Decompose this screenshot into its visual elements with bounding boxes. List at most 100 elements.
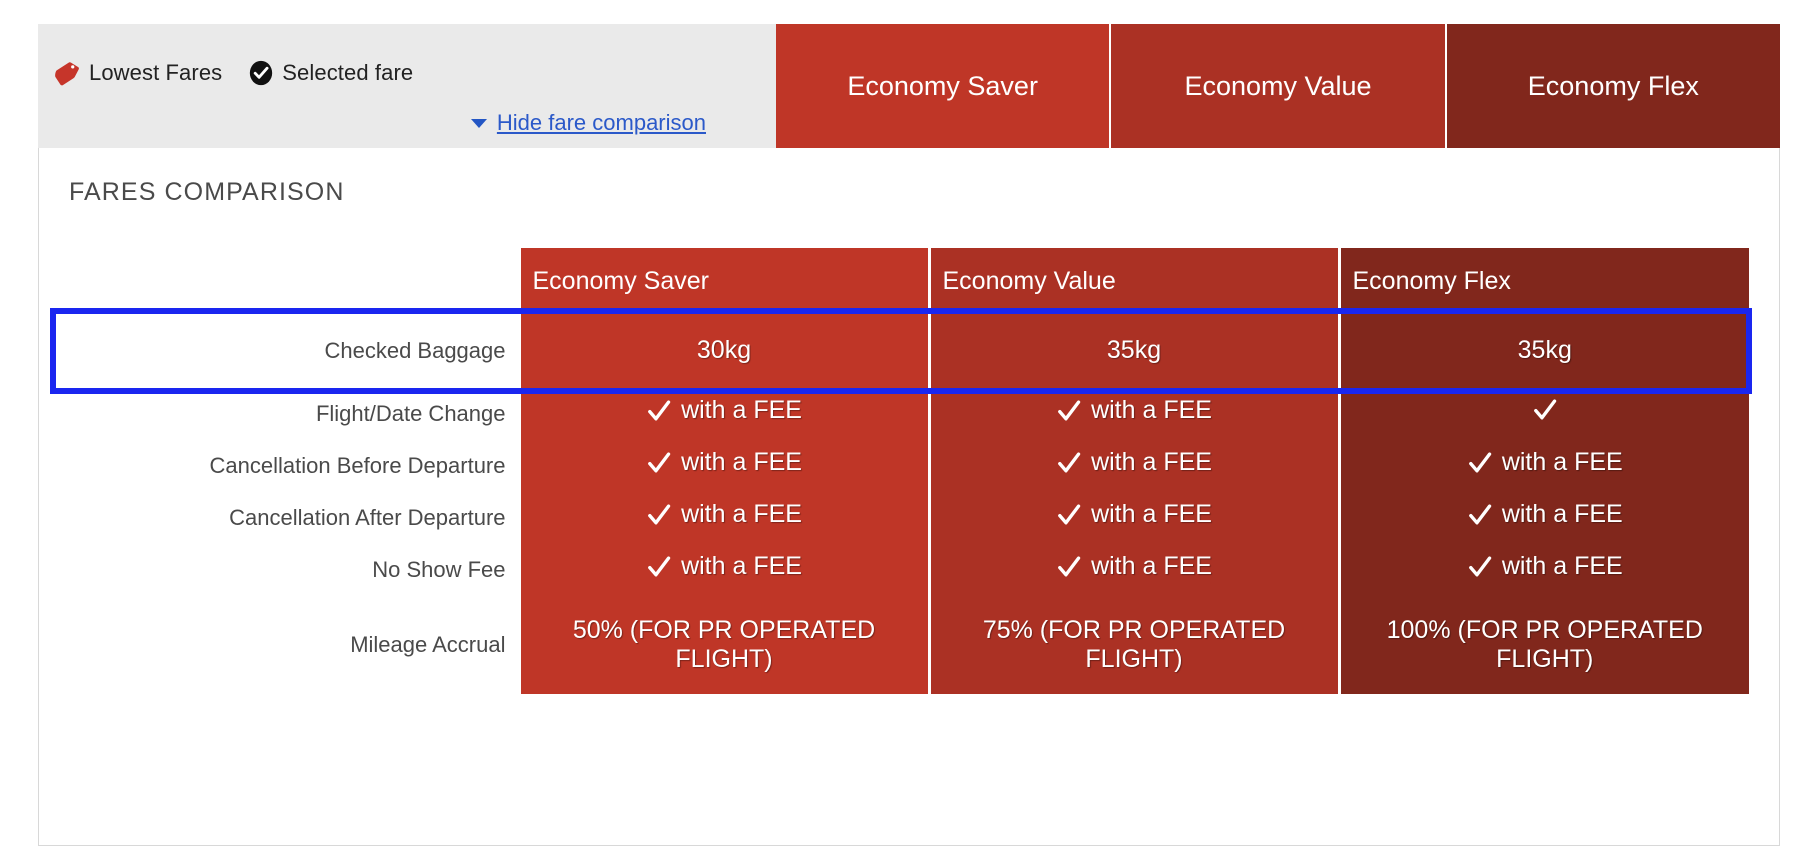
check-mark-icon [648,504,671,525]
check-mark-icon [1468,504,1492,525]
cell-text: with a FEE [1091,500,1212,529]
table-cell [1337,388,1749,440]
legend-row: Lowest Fares Selected fare [54,60,439,86]
cell-text: with a FEE [1501,500,1623,529]
table-cell: with a FEE [927,544,1339,596]
table-cell: with a FEE [1337,492,1749,544]
table-cell: 35kg [927,314,1339,388]
cell-text: 35kg [1106,336,1162,365]
row-label: No Show Fee [69,544,519,596]
check-mark-icon [648,556,671,577]
table-cell: with a FEE [517,440,929,492]
fare-tab-label: Economy Saver [847,70,1038,101]
fare-comparison-screen: Lowest Fares Selected fare Hide fare com… [0,0,1808,858]
cell-content: with a FEE [646,552,802,582]
cell-text: with a FEE [1091,448,1212,477]
cell-content: with a FEE [646,500,802,530]
check-mark-icon [1058,504,1081,525]
row-label: Flight/Date Change [69,388,519,440]
cell-content: with a FEE [1056,396,1212,426]
table-cell: with a FEE [517,492,929,544]
column-header-economy-flex: Economy Flex [1337,248,1749,314]
legend-lowest-fares-label: Lowest Fares [89,60,223,85]
cell-text: 35kg [1517,336,1572,365]
cell-content: with a FEE [1056,500,1212,530]
check-badge-icon [250,60,273,86]
column-header-economy-saver: Economy Saver [517,248,929,314]
table-cell: with a FEE [1337,440,1749,492]
check-mark-icon [1058,452,1081,473]
cell-content: with a FEE [1056,448,1212,478]
fare-tab-economy-saver[interactable]: Economy Saver [776,24,1110,148]
fare-tab-economy-flex[interactable]: Economy Flex [1444,24,1780,148]
legend-selected-fare: Selected fare [248,60,413,86]
cell-text: with a FEE [1091,552,1212,581]
check-mark-icon [1058,400,1081,421]
table-body: Checked Baggage 30kg 35kg 35kg Flight/Date C… [69,314,1749,694]
fare-tab-label: Economy Value [1184,70,1372,101]
fare-header-bar: Lowest Fares Selected fare Hide fare com… [38,24,1780,148]
check-mark-icon [648,400,671,421]
table-cell: 35kg [1337,314,1749,388]
table-cell: with a FEE [927,440,1339,492]
cell-content: with a FEE [1467,552,1623,582]
table-cell: with a FEE [927,388,1339,440]
column-header-economy-value: Economy Value [927,248,1339,314]
cell-text: with a FEE [681,500,802,529]
check-mark-icon [1468,452,1492,473]
check-mark-icon [1533,399,1556,420]
hide-fare-comparison-link[interactable]: Hide fare comparison [497,110,706,136]
cell-text: with a FEE [681,396,802,425]
row-label: Cancellation Before Departure [69,440,519,492]
fares-comparison-panel: FARES COMPARISON Economy Saver Economy V… [38,148,1780,846]
cell-content: with a FEE [1056,552,1212,582]
fares-comparison-table: Economy Saver Economy Value Economy Flex… [69,248,1749,694]
fare-tab-economy-value[interactable]: Economy Value [1109,24,1445,148]
table-cell: with a FEE [927,492,1339,544]
table-cell: 50% (FOR PR OPERATED FLIGHT) [517,596,929,694]
cell-text: with a FEE [681,552,802,581]
check-mark-icon [1468,556,1492,577]
table-header-row: Economy Saver Economy Value Economy Flex [69,248,1749,314]
table-cell: with a FEE [517,388,929,440]
check-mark-icon [1058,556,1081,577]
page-title: FARES COMPARISON [69,178,345,206]
table-corner-cell [69,248,519,314]
price-tag-icon [55,62,79,86]
table-cell: 75% (FOR PR OPERATED FLIGHT) [927,596,1339,694]
table-row: Checked Baggage 30kg 35kg 35kg [69,314,1749,388]
cell-text: with a FEE [1091,396,1212,425]
table-row: Flight/Date Change with a FEE with a FEE [69,388,1749,440]
fare-tab-list: Economy Saver Economy Value Economy Flex [776,24,1780,148]
cell-text: with a FEE [681,448,802,477]
cell-text: 30kg [696,336,752,365]
row-label: Mileage Accrual [69,596,519,694]
cell-content [1532,397,1558,423]
row-label: Cancellation After Departure [69,492,519,544]
table-cell: 30kg [517,314,929,388]
legend-lowest-fares: Lowest Fares [54,60,222,86]
table-row: Cancellation Before Departure with a FEE w… [69,440,1749,492]
fare-tab-label: Economy Flex [1527,70,1699,101]
cell-text: 75% (FOR PR OPERATED FLIGHT) [982,615,1286,674]
hide-fare-comparison-control[interactable]: Hide fare comparison [470,110,706,136]
legend-pane: Lowest Fares Selected fare Hide fare com… [38,24,776,148]
cell-text: with a FEE [1501,552,1623,581]
table-cell: 100% (FOR PR OPERATED FLIGHT) [1337,596,1749,694]
legend-selected-fare-label: Selected fare [282,60,414,85]
cell-text: 50% (FOR PR OPERATED FLIGHT) [572,615,876,674]
cell-content: with a FEE [646,396,802,426]
table-cell: with a FEE [517,544,929,596]
row-label: Checked Baggage [69,314,519,388]
cell-content: 30kg [697,336,751,366]
cell-text: with a FEE [1501,448,1623,477]
table-row: Cancellation After Departure with a FEE wi… [69,492,1749,544]
table-row: No Show Fee with a FEE with a FEE with a FE… [69,544,1749,596]
check-mark-icon [648,452,671,473]
table-row: Mileage Accrual 50% (FOR PR OPERATED FLIG… [69,596,1749,694]
table-cell: with a FEE [1337,544,1749,596]
cell-content: 35kg [1107,336,1161,366]
cell-content: 35kg [1518,336,1572,366]
cell-content: with a FEE [1467,500,1623,530]
cell-content: with a FEE [1467,448,1623,478]
